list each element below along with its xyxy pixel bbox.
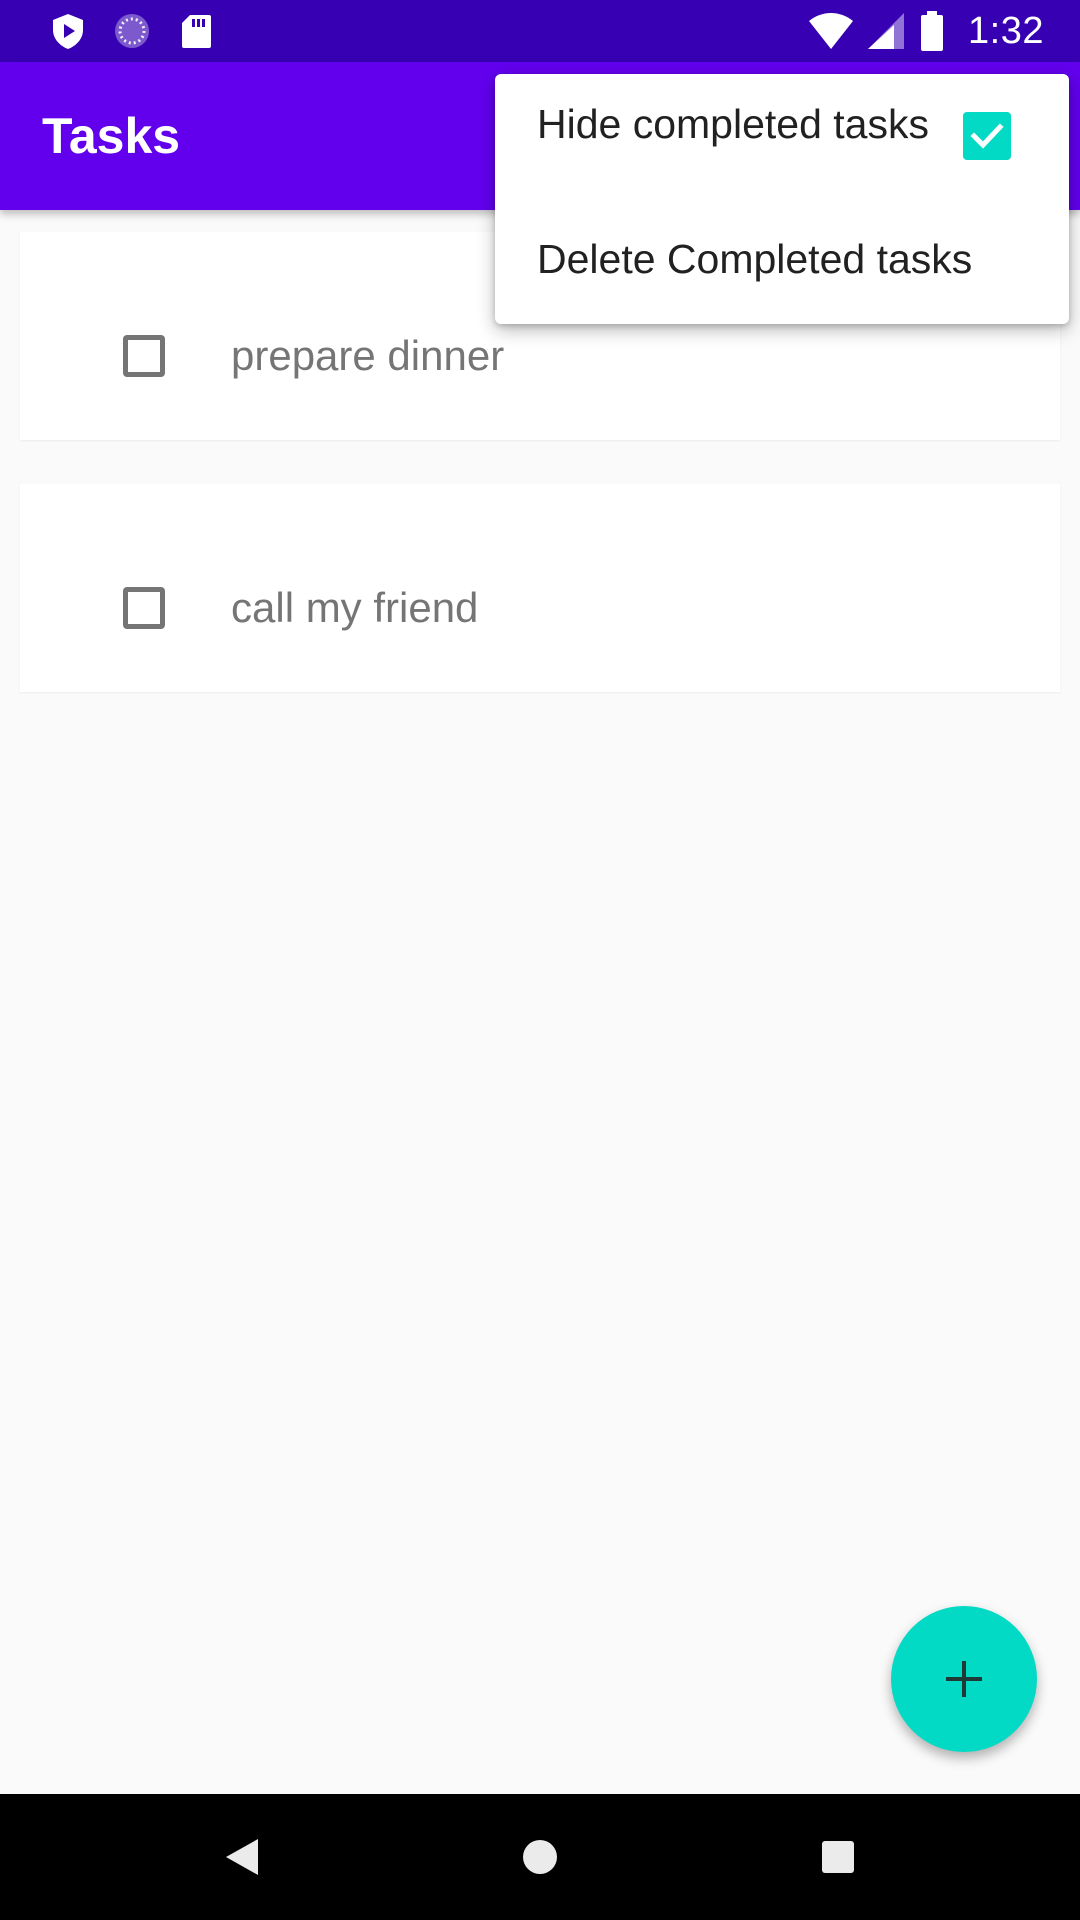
task-item[interactable]: call my friend xyxy=(20,484,1060,692)
app-title: Tasks xyxy=(42,108,181,164)
battery-icon xyxy=(921,11,944,51)
status-bar: 1:32 xyxy=(0,0,1080,62)
wifi-icon xyxy=(809,13,854,49)
hide-completed-checkbox[interactable] xyxy=(963,112,1011,160)
back-icon xyxy=(226,1839,258,1875)
overflow-menu: Hide completed tasks Delete Completed ta… xyxy=(495,74,1069,324)
checkmark-icon xyxy=(970,123,1004,149)
sd-card-icon xyxy=(182,15,211,48)
recents-icon xyxy=(822,1841,854,1873)
task-label: prepare dinner xyxy=(231,332,505,379)
menu-item-label: Hide completed tasks xyxy=(537,101,929,147)
home-icon xyxy=(523,1840,557,1874)
loading-icon xyxy=(115,14,149,48)
navigation-bar xyxy=(0,1794,1080,1920)
add-task-button[interactable] xyxy=(891,1606,1037,1752)
task-checkbox[interactable] xyxy=(123,587,165,629)
home-button[interactable] xyxy=(480,1794,600,1920)
task-checkbox[interactable] xyxy=(123,335,165,377)
menu-item-hide-completed[interactable]: Hide completed tasks xyxy=(495,74,1069,199)
plus-icon xyxy=(946,1661,982,1697)
status-right-icons: 1:32 xyxy=(808,8,1044,54)
back-button[interactable] xyxy=(182,1794,302,1920)
recents-button[interactable] xyxy=(778,1794,898,1920)
cell-signal-icon xyxy=(868,13,905,49)
status-left-icons xyxy=(48,10,216,52)
menu-item-delete-completed[interactable]: Delete Completed tasks xyxy=(495,199,1069,324)
menu-item-label: Delete Completed tasks xyxy=(537,236,973,282)
status-time: 1:32 xyxy=(968,9,1044,52)
play-protect-icon xyxy=(53,14,83,49)
task-label: call my friend xyxy=(231,584,479,631)
